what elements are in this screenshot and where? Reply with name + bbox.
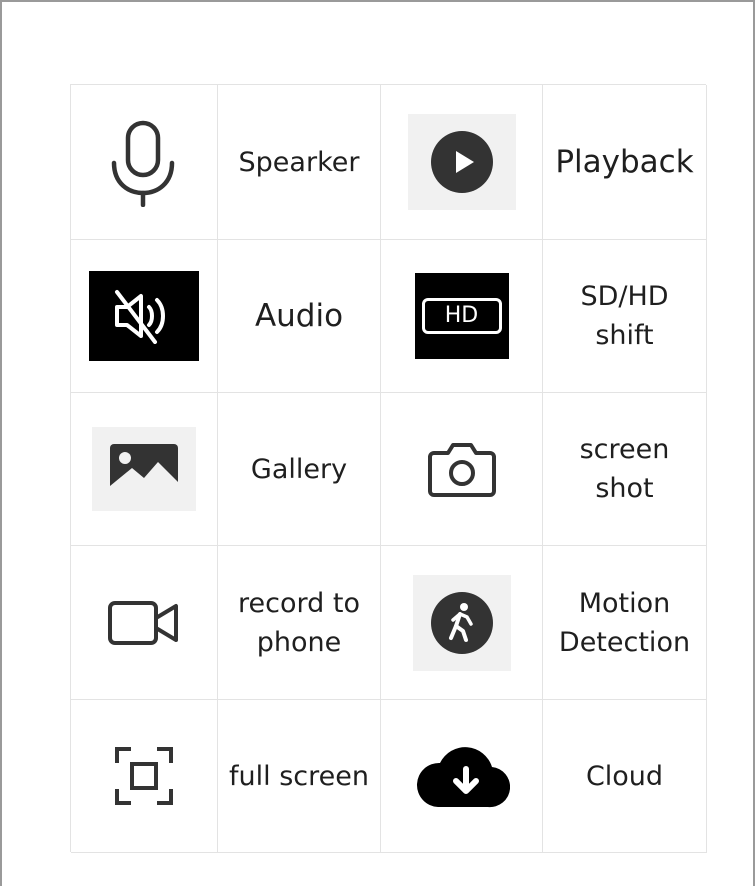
sd-hd-shift-label: SD/HD shift <box>580 281 669 351</box>
speaker-muted-icon-cell <box>71 240 218 393</box>
motion-icon-tile <box>412 574 511 671</box>
screen-shot-label-cell: screen shot <box>543 393 707 546</box>
camera-icon <box>427 443 496 497</box>
hd-icon: HD <box>421 298 502 334</box>
screen-shot-label: screen shot <box>579 434 670 504</box>
camera-icon-cell <box>381 393 543 546</box>
record-to-phone-label-cell: record to phone <box>218 546 381 700</box>
speaker-label-cell: Spearker <box>218 85 381 240</box>
hd-icon-text: HD <box>444 303 479 328</box>
cloud-label-cell: Cloud <box>543 700 707 853</box>
audio-label: Audio <box>254 297 344 334</box>
microphone-icon-cell <box>71 85 218 240</box>
video-camera-icon <box>108 600 178 645</box>
muted-icon-tile <box>89 271 199 361</box>
fullscreen-icon-cell <box>71 700 218 853</box>
microphone-icon <box>111 120 175 207</box>
full-screen-label-cell: full screen <box>218 700 381 853</box>
walking-person-icon <box>430 591 493 654</box>
feature-legend-grid: Spearker Playback Audio HD SD/HD shift G… <box>70 84 707 853</box>
gallery-label: Gallery <box>250 453 348 485</box>
motion-detection-label: Motion Detection <box>558 587 691 658</box>
window-frame: Spearker Playback Audio HD SD/HD shift G… <box>0 0 755 886</box>
playback-label: Playback <box>555 143 694 180</box>
cloud-download-icon-cell <box>381 700 543 853</box>
cloud-download-icon <box>416 747 510 808</box>
full-screen-label: full screen <box>229 760 369 792</box>
walking-person-icon-cell <box>381 546 543 700</box>
sd-hd-shift-label-cell: SD/HD shift <box>543 240 707 393</box>
video-camera-icon-cell <box>71 546 218 700</box>
record-to-phone-label: record to phone <box>238 587 360 658</box>
fullscreen-icon <box>115 747 173 805</box>
play-circle-icon-cell <box>381 85 543 240</box>
speaker-muted-icon <box>115 290 165 344</box>
image-icon-cell <box>71 393 218 546</box>
gallery-label-cell: Gallery <box>218 393 381 546</box>
playback-label-cell: Playback <box>543 85 707 240</box>
play-circle-icon <box>430 131 493 193</box>
speaker-label: Spearker <box>238 146 360 178</box>
audio-label-cell: Audio <box>218 240 381 393</box>
hd-icon-tile: HD <box>414 273 509 359</box>
image-icon-tile <box>92 427 196 511</box>
image-icon <box>110 444 178 494</box>
hd-icon-cell: HD <box>381 240 543 393</box>
motion-detection-label-cell: Motion Detection <box>543 546 707 700</box>
cloud-label: Cloud <box>585 760 664 792</box>
play-icon-tile <box>407 114 516 210</box>
